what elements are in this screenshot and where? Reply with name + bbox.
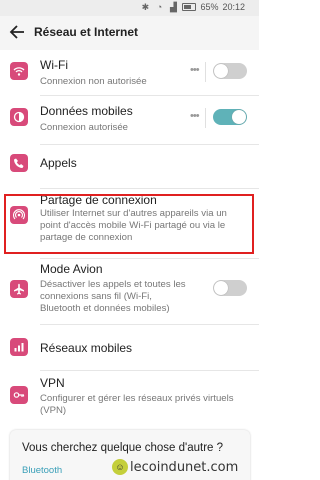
divider (40, 258, 259, 259)
list-item-airplane-mode[interactable]: Mode Avion Désactiver les appels et tout… (0, 262, 259, 325)
battery-icon (182, 3, 197, 11)
divider (205, 62, 206, 82)
mobile-data-icon (10, 108, 28, 126)
vpn-subtitle: Configurer et gérer les réseaux privés v… (40, 393, 234, 416)
clock: 20:12 (222, 2, 245, 12)
status-bar: ✱ ◔ ▟ 65% 20:12 (0, 0, 259, 16)
bluetooth-link[interactable]: Bluetooth (22, 465, 62, 476)
suggestion-question: Vous cherchez quelque chose d'autre ? (22, 442, 224, 454)
signal-icon: ▟ (169, 2, 177, 12)
watermark-text: lecoindunet.com (130, 459, 239, 475)
airplane-toggle[interactable] (213, 280, 247, 296)
list-item-mobile-networks[interactable]: Réseaux mobiles (0, 330, 259, 371)
alarm-icon: ◔ (156, 2, 163, 12)
mobile-networks-title: Réseaux mobiles (40, 341, 133, 355)
bluetooth-icon: ✱ (141, 2, 150, 12)
page-title: Réseau et Internet (34, 25, 139, 39)
wifi-icon (10, 62, 28, 80)
wifi-toggle[interactable] (213, 63, 247, 79)
battery-percent: 65% (200, 2, 219, 12)
mobile-data-subtitle: Connexion autorisée (40, 122, 129, 133)
watermark-logo-icon: ☺ (112, 459, 128, 475)
divider (40, 370, 259, 371)
app-bar: Réseau et Internet (0, 16, 259, 50)
divider (40, 95, 259, 96)
airplane-icon (10, 280, 28, 298)
divider (40, 188, 259, 189)
list-item-calls[interactable]: Appels (0, 146, 259, 189)
divider (40, 324, 259, 325)
watermark: ☺ lecoindunet.com (112, 457, 252, 477)
wifi-subtitle: Connexion non autorisée (40, 76, 147, 87)
airplane-title: Mode Avion (40, 262, 103, 276)
divider (40, 144, 259, 145)
list-item-vpn[interactable]: VPN Configurer et gérer les réseaux priv… (0, 374, 259, 422)
back-arrow-icon[interactable] (8, 23, 28, 43)
phone-icon (10, 154, 28, 172)
highlight-box (4, 194, 254, 254)
list-item-mobile-data[interactable]: Données mobiles Connexion autorisée ••• (0, 100, 259, 145)
mobile-networks-icon (10, 338, 28, 356)
wifi-title: Wi-Fi (40, 58, 68, 72)
mobile-data-toggle[interactable] (213, 109, 247, 125)
divider (205, 108, 206, 128)
vpn-key-icon (10, 386, 28, 404)
calls-title: Appels (40, 156, 77, 170)
more-icon[interactable]: ••• (190, 110, 200, 122)
list-item-wifi[interactable]: Wi-Fi Connexion non autorisée ••• (0, 54, 259, 96)
more-icon[interactable]: ••• (190, 64, 200, 76)
vpn-title: VPN (40, 376, 65, 390)
airplane-subtitle: Désactiver les appels et toutes les conn… (40, 279, 186, 314)
mobile-data-title: Données mobiles (40, 104, 133, 118)
status-icons: ✱ ◔ ▟ 65% 20:12 (140, 2, 245, 12)
